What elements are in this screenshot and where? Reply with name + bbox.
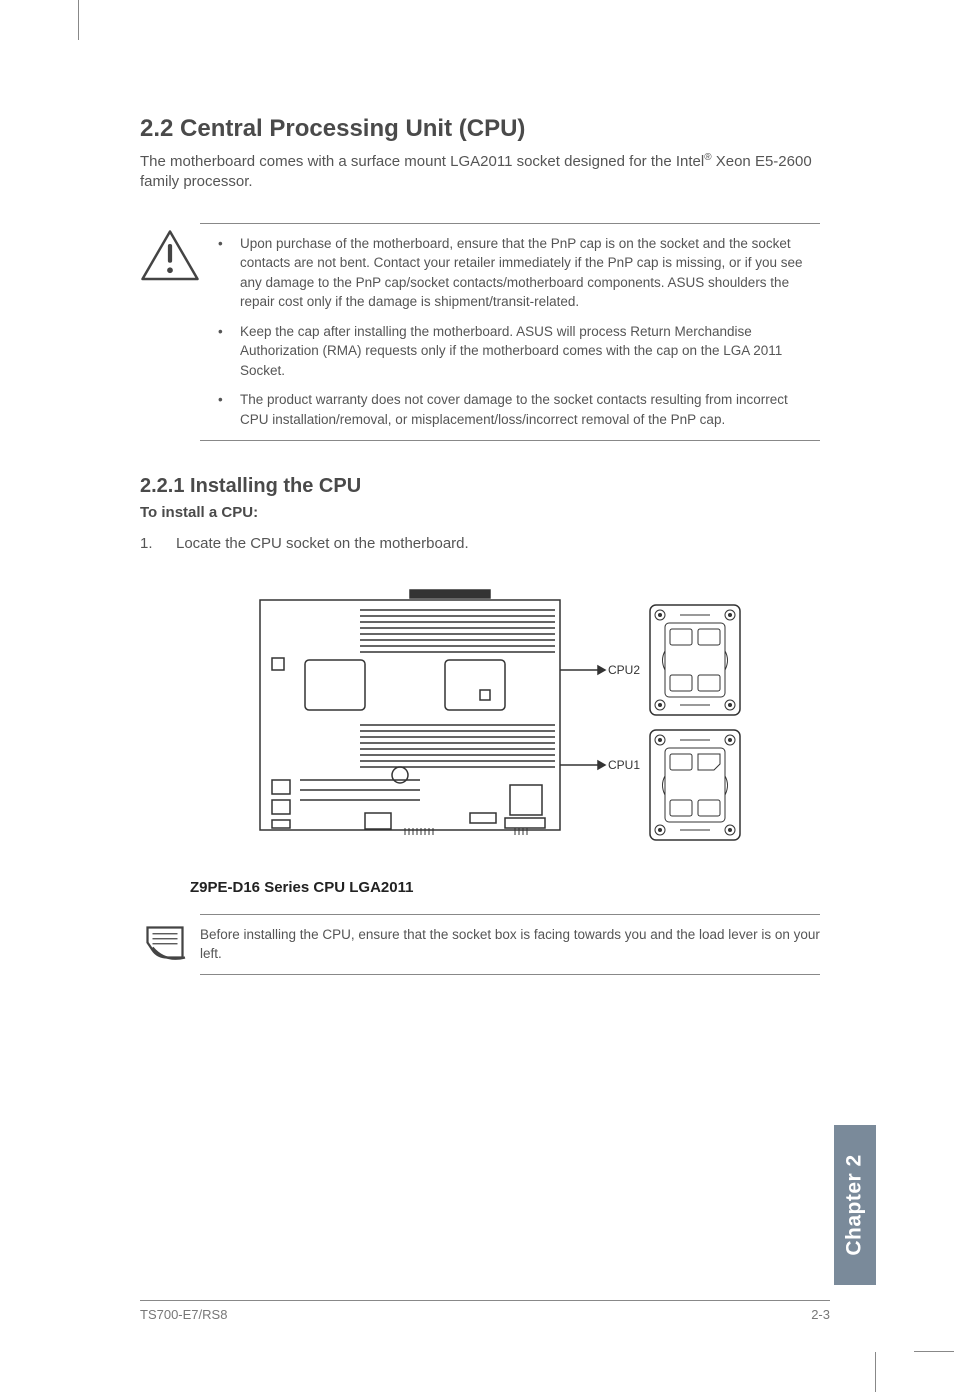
page-content: 2.2 Central Processing Unit (CPU) The mo…: [140, 115, 820, 987]
warning-block: Upon purchase of the motherboard, ensure…: [140, 223, 820, 441]
intro-sup: ®: [704, 152, 711, 163]
warning-icon: [140, 223, 200, 287]
warning-list: Upon purchase of the motherboard, ensure…: [200, 223, 820, 441]
warning-item: Keep the cap after installing the mother…: [200, 322, 820, 381]
diagram-title: Z9PE-D16 Series CPU LGA2011: [190, 879, 820, 896]
intro-text-pre: The motherboard comes with a surface mou…: [140, 153, 704, 170]
warning-text: Upon purchase of the motherboard, ensure…: [240, 234, 820, 312]
cpu1-label: CPU1: [608, 758, 640, 772]
footer-page-number: 2-3: [811, 1307, 830, 1322]
subsection-heading: 2.2.1 Installing the CPU: [140, 475, 820, 498]
notepad-icon: [140, 914, 200, 978]
warning-item: Upon purchase of the motherboard, ensure…: [200, 234, 820, 312]
install-lead: To install a CPU:: [140, 504, 820, 521]
chapter-tab: Chapter 2: [834, 1125, 876, 1285]
footer-model: TS700-E7/RS8: [140, 1307, 227, 1322]
warning-item: The product warranty does not cover dama…: [200, 390, 820, 429]
cpu2-label: CPU2: [608, 663, 640, 677]
warning-text: Keep the cap after installing the mother…: [240, 322, 820, 381]
step-number: 1.: [140, 535, 176, 552]
motherboard-diagram: CPU2 CPU1: [140, 570, 820, 896]
info-text: Before installing the CPU, ensure that t…: [200, 914, 820, 975]
page-footer: TS700-E7/RS8 2-3: [140, 1300, 830, 1322]
section-heading: 2.2 Central Processing Unit (CPU): [140, 115, 820, 143]
intro-paragraph: The motherboard comes with a surface mou…: [140, 151, 820, 193]
install-step: 1. Locate the CPU socket on the motherbo…: [140, 535, 820, 552]
info-block: Before installing the CPU, ensure that t…: [140, 914, 820, 978]
chapter-tab-label: Chapter 2: [843, 1154, 867, 1255]
step-text: Locate the CPU socket on the motherboard…: [176, 535, 469, 552]
warning-text: The product warranty does not cover dama…: [240, 390, 820, 429]
